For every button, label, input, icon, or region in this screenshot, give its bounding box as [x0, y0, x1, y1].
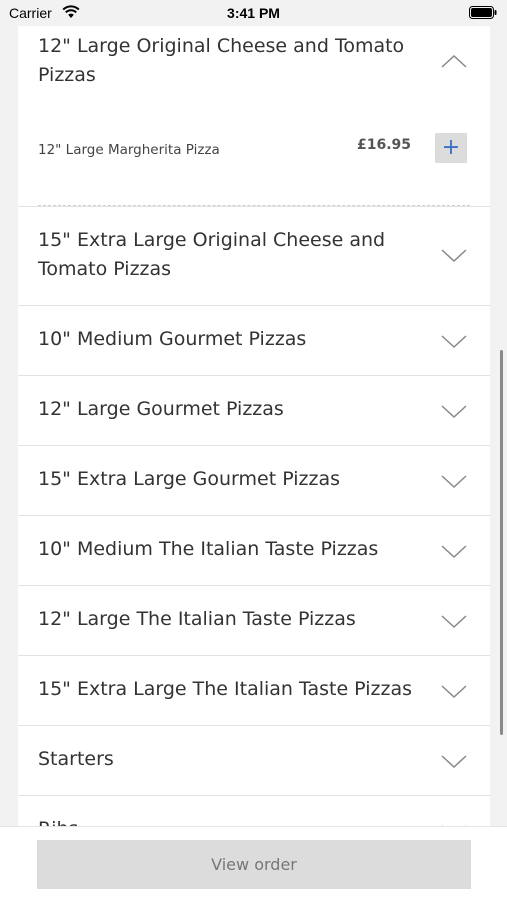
category-header-expanded[interactable]: 12" Large Original Cheese and Tomato Piz…	[18, 26, 490, 100]
chevron-down-icon[interactable]	[440, 614, 468, 630]
category-row[interactable]: 15" Extra Large Gourmet Pizzas	[18, 445, 490, 515]
category-title: 12" Large Original Cheese and Tomato Piz…	[38, 35, 405, 86]
chevron-up-icon[interactable]	[440, 53, 468, 69]
category-title: 12" Large The Italian Taste Pizzas	[38, 608, 356, 630]
chevron-down-icon[interactable]	[440, 404, 468, 420]
category-row[interactable]: Starters	[18, 725, 490, 795]
status-bar: Carrier 3:41 PM	[0, 0, 507, 26]
chevron-down-icon[interactable]	[440, 544, 468, 560]
chevron-down-icon[interactable]	[440, 754, 468, 770]
view-order-button[interactable]: View order	[37, 840, 471, 889]
scroll-indicator[interactable]	[500, 350, 503, 735]
chevron-down-icon[interactable]	[440, 474, 468, 490]
category-row[interactable]: 15" Extra Large Original Cheese and Toma…	[18, 206, 490, 305]
menu-item-row: 12" Large Margherita Pizza £16.95 +	[18, 100, 490, 196]
category-row[interactable]: 10" Medium The Italian Taste Pizzas	[18, 515, 490, 585]
category-row[interactable]: 15" Extra Large The Italian Taste Pizzas	[18, 655, 490, 725]
category-title: 10" Medium The Italian Taste Pizzas	[38, 538, 379, 560]
category-title: 12" Large Gourmet Pizzas	[38, 398, 284, 420]
battery-icon	[469, 6, 497, 19]
category-title: 15" Extra Large The Italian Taste Pizzas	[38, 678, 412, 700]
category-row[interactable]: 12" Large Gourmet Pizzas	[18, 375, 490, 445]
item-price: £16.95	[357, 137, 412, 153]
menu-category-list[interactable]: 12" Large Original Cheese and Tomato Piz…	[18, 26, 490, 826]
category-title: 15" Extra Large Original Cheese and Toma…	[38, 229, 386, 280]
category-row[interactable]: 12" Large The Italian Taste Pizzas	[18, 585, 490, 655]
category-row[interactable]: Ribs	[18, 795, 490, 826]
category-title: Starters	[38, 748, 114, 770]
bottom-bar: View order	[0, 826, 507, 901]
category-title: 10" Medium Gourmet Pizzas	[38, 328, 307, 350]
category-title: 15" Extra Large Gourmet Pizzas	[38, 468, 341, 490]
status-time: 3:41 PM	[227, 5, 280, 21]
item-name: 12" Large Margherita Pizza	[38, 142, 220, 158]
chevron-down-icon[interactable]	[440, 334, 468, 350]
add-item-button[interactable]: +	[435, 133, 467, 163]
chevron-down-icon[interactable]	[440, 684, 468, 700]
category-row[interactable]: 10" Medium Gourmet Pizzas	[18, 305, 490, 375]
chevron-down-icon[interactable]	[440, 248, 468, 264]
category-title: Ribs	[38, 815, 78, 826]
